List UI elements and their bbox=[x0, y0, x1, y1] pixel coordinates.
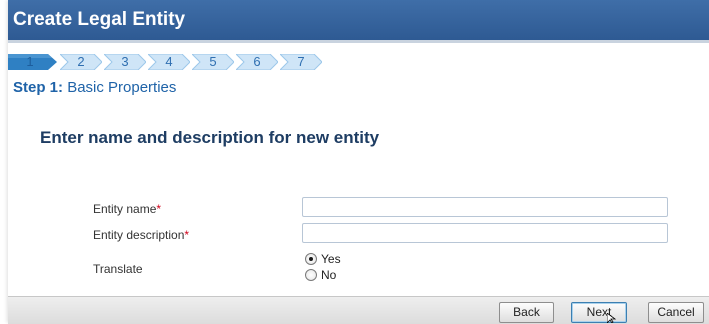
required-marker: * bbox=[156, 202, 162, 216]
entity-description-input[interactable] bbox=[302, 223, 668, 243]
mouse-cursor-icon bbox=[607, 313, 617, 323]
translate-no-label: No bbox=[321, 268, 337, 282]
title-bar: Create Legal Entity bbox=[8, 0, 709, 43]
step-name: Basic Properties bbox=[67, 79, 177, 96]
entity-description-label: Entity description* bbox=[93, 228, 189, 242]
step-heading: Step 1: Basic Properties bbox=[13, 79, 176, 96]
step-5-tab[interactable]: 5 bbox=[192, 54, 234, 70]
next-button[interactable]: Next bbox=[571, 302, 627, 323]
entity-description-label-text: Entity description bbox=[93, 228, 185, 242]
radio-unchecked-icon[interactable] bbox=[305, 269, 317, 281]
step-prefix: Step 1: bbox=[13, 79, 64, 96]
step-7-tab[interactable]: 7 bbox=[280, 54, 322, 70]
step-number: 4 bbox=[165, 54, 173, 69]
wizard-dialog: Create Legal Entity 1 2 3 4 5 6 7 Step 1… bbox=[8, 0, 709, 324]
step-number: 1 bbox=[26, 54, 34, 69]
required-marker: * bbox=[184, 228, 190, 242]
dialog-title: Create Legal Entity bbox=[13, 9, 186, 30]
button-bar: Back Next Cancel bbox=[8, 296, 709, 324]
step-number: 2 bbox=[77, 54, 85, 69]
translate-yes-label: Yes bbox=[321, 252, 341, 266]
entity-name-label: Entity name* bbox=[93, 202, 161, 216]
step-4-tab[interactable]: 4 bbox=[148, 54, 190, 70]
radio-checked-icon[interactable] bbox=[305, 253, 317, 265]
entity-name-input[interactable] bbox=[302, 197, 668, 217]
back-button[interactable]: Back bbox=[499, 302, 554, 323]
step-number: 3 bbox=[121, 54, 129, 69]
section-title: Enter name and description for new entit… bbox=[40, 128, 380, 147]
step-1-tab[interactable]: 1 bbox=[8, 54, 57, 70]
step-6-tab[interactable]: 6 bbox=[236, 54, 278, 70]
step-3-tab[interactable]: 3 bbox=[104, 54, 146, 70]
entity-name-label-text: Entity name bbox=[93, 202, 157, 216]
step-number: 7 bbox=[297, 54, 305, 69]
cancel-button[interactable]: Cancel bbox=[648, 302, 704, 323]
step-2-tab[interactable]: 2 bbox=[60, 54, 102, 70]
step-number: 6 bbox=[253, 54, 261, 69]
step-number: 5 bbox=[209, 54, 217, 69]
translate-label: Translate bbox=[93, 262, 143, 276]
